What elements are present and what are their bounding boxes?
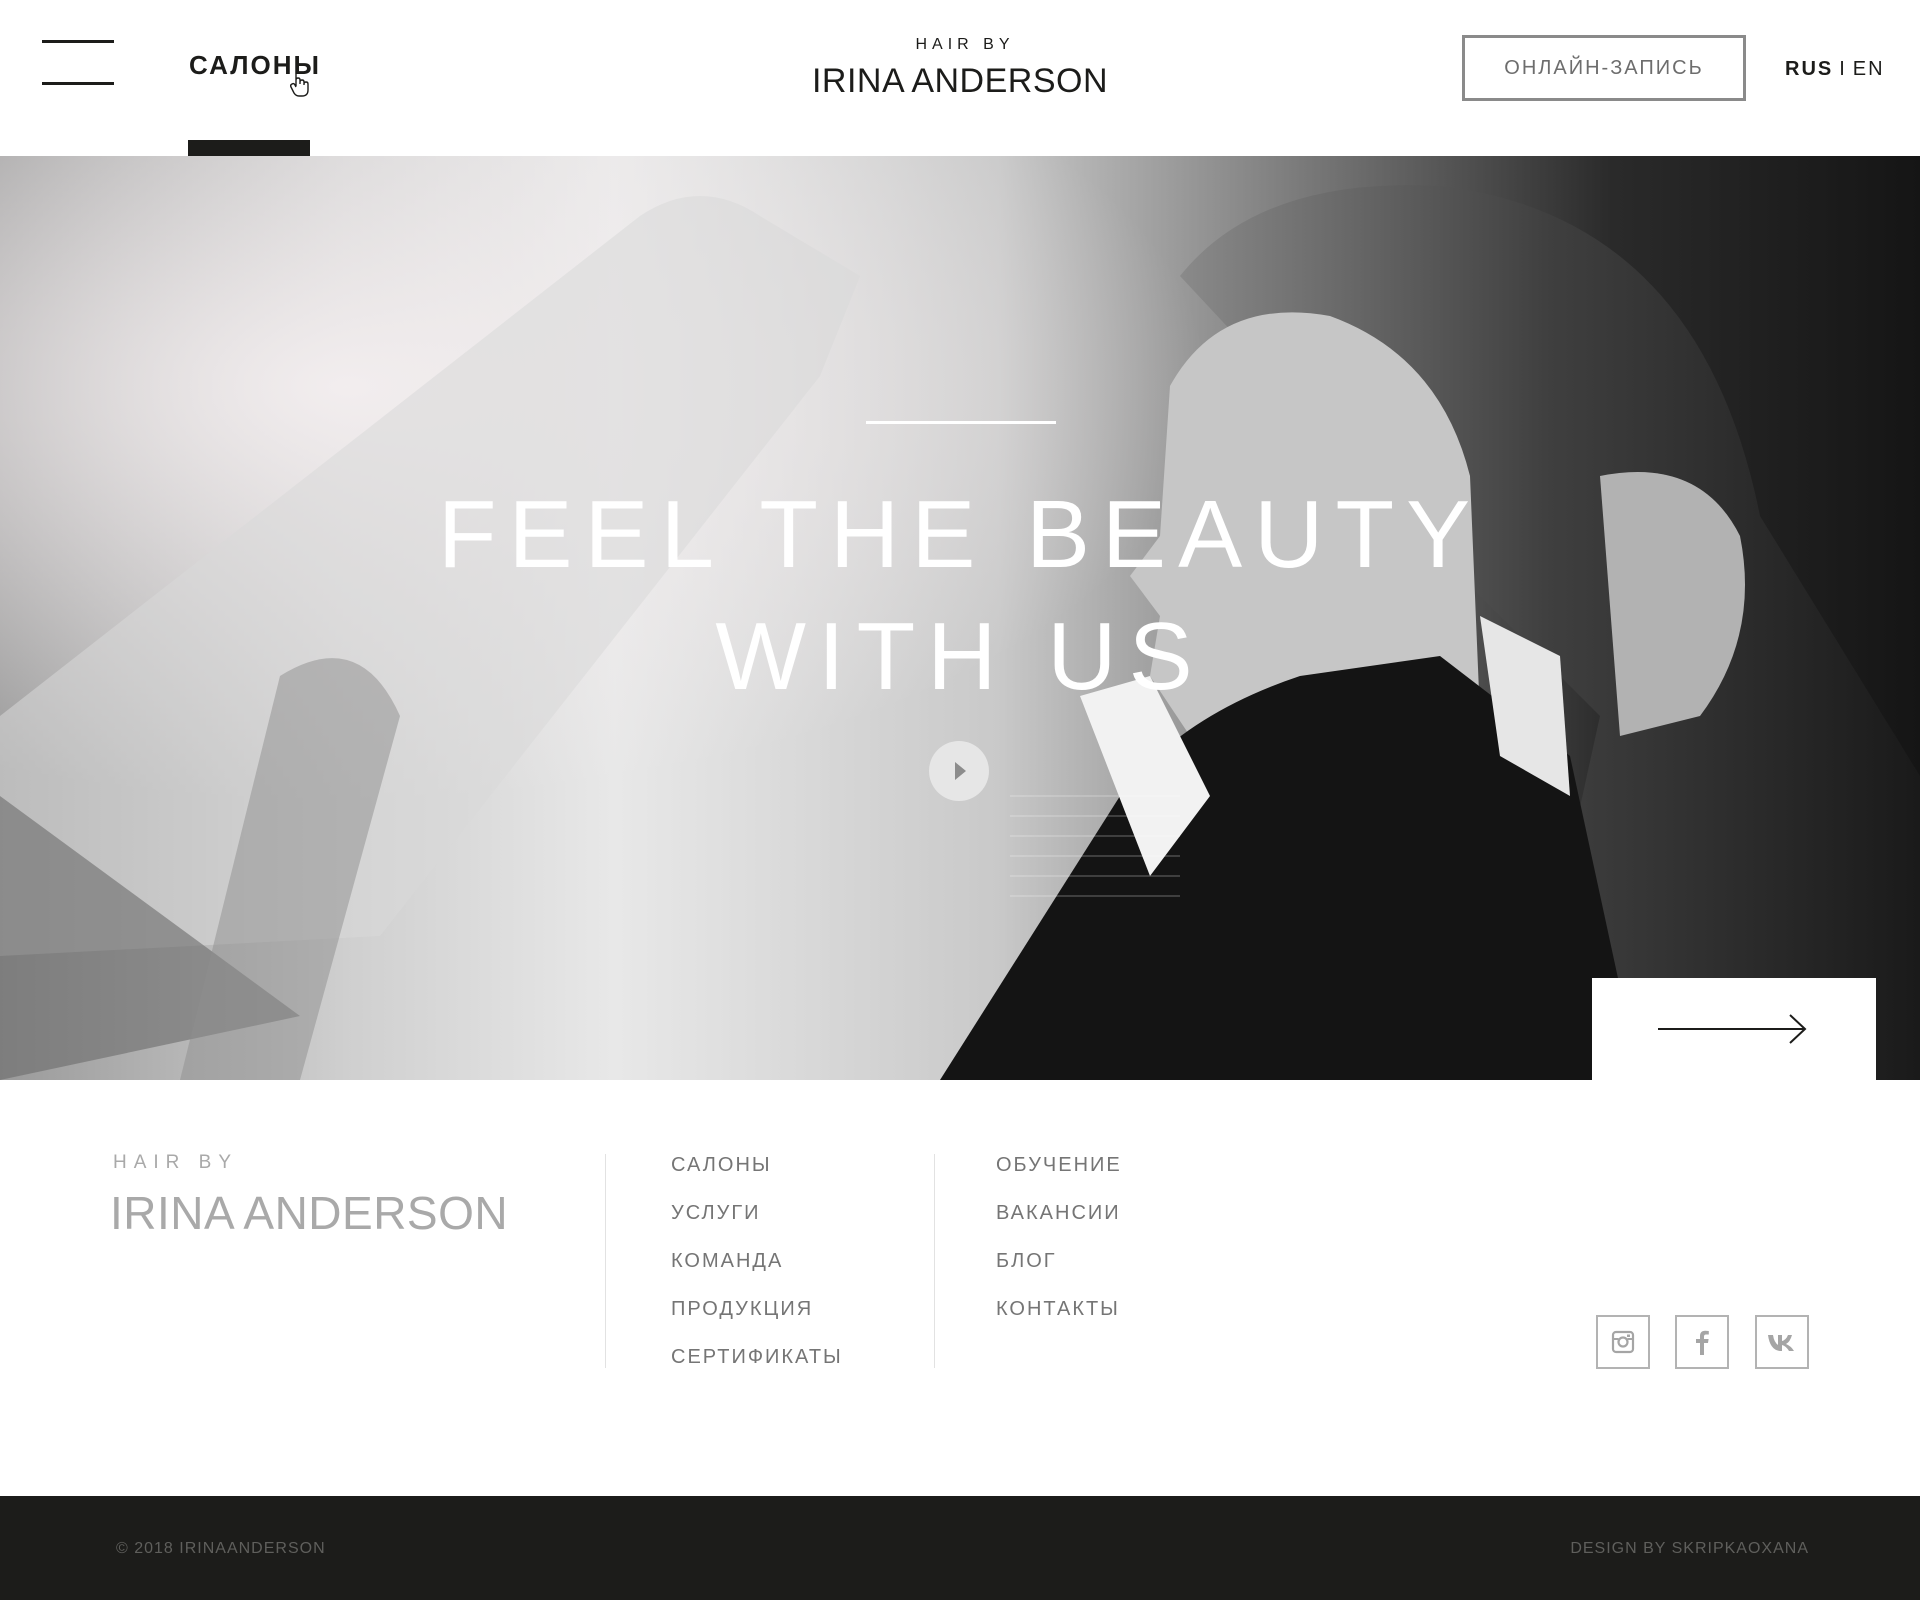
vk-button[interactable] <box>1755 1315 1809 1369</box>
copyright-text: © 2018 IRINAANDERSON <box>116 1540 326 1557</box>
next-slide-button[interactable] <box>1592 978 1876 1080</box>
footer-brand-name: IRINA ANDERSON <box>110 1187 509 1239</box>
lang-en-link[interactable]: EN <box>1853 58 1885 80</box>
hero-title: FEEL THE BEAUTY WITH US <box>360 474 1560 718</box>
facebook-button[interactable] <box>1675 1315 1729 1369</box>
lang-separator: I <box>1839 58 1847 80</box>
brand-logo[interactable]: HAIR BY IRINA ANDERSON <box>760 36 1160 101</box>
menu-icon[interactable] <box>40 38 114 88</box>
facebook-icon <box>1696 1330 1709 1355</box>
footer-divider <box>934 1154 935 1368</box>
online-booking-button[interactable]: ОНЛАЙН-ЗАПИСЬ <box>1462 35 1746 101</box>
lang-rus-link[interactable]: RUS <box>1785 58 1833 80</box>
footer-link-certificates[interactable]: СЕРТИФИКАТЫ <box>671 1346 843 1394</box>
instagram-button[interactable] <box>1596 1315 1650 1369</box>
footer-link-blog[interactable]: БЛОГ <box>996 1250 1122 1298</box>
footer-link-contacts[interactable]: КОНТАКТЫ <box>996 1298 1122 1346</box>
hero-divider-line <box>866 421 1056 424</box>
footer-link-vacancies[interactable]: ВАКАНСИИ <box>996 1202 1122 1250</box>
brand-small-text: HAIR BY <box>915 36 1015 53</box>
footer-link-products[interactable]: ПРОДУКЦИЯ <box>671 1298 843 1346</box>
vk-icon <box>1768 1335 1794 1351</box>
language-switcher: RUS I EN <box>1785 58 1885 81</box>
footer-divider <box>605 1154 606 1368</box>
footer-link-services[interactable]: УСЛУГИ <box>671 1202 843 1250</box>
hero-banner: FEEL THE BEAUTY WITH US <box>0 156 1920 1080</box>
site-footer: HAIR BY IRINA ANDERSON САЛОНЫ УСЛУГИ КОМ… <box>0 1080 1920 1496</box>
instagram-icon <box>1611 1330 1635 1354</box>
footer-link-salons[interactable]: САЛОНЫ <box>671 1154 843 1202</box>
active-nav-indicator <box>188 140 310 156</box>
footer-nav-column-2: ОБУЧЕНИЕ ВАКАНСИИ БЛОГ КОНТАКТЫ <box>996 1154 1122 1346</box>
hand-cursor-icon <box>290 74 309 97</box>
footer-brand-small: HAIR BY <box>113 1152 239 1173</box>
hero-title-line-1: FEEL THE BEAUTY <box>437 481 1483 588</box>
design-credit-link[interactable]: DESIGN BY SKRIPKAOXANA <box>1570 1540 1809 1558</box>
hero-title-line-2: WITH US <box>715 603 1205 710</box>
footer-link-team[interactable]: КОМАНДА <box>671 1250 843 1298</box>
play-icon <box>955 762 966 780</box>
site-header: САЛОНЫ HAIR BY IRINA ANDERSON ОНЛАЙН-ЗАП… <box>0 0 1920 156</box>
arrow-right-icon <box>1658 1014 1807 1044</box>
footer-brand-logo[interactable]: HAIR BY IRINA ANDERSON <box>110 1152 508 1240</box>
footer-link-education[interactable]: ОБУЧЕНИЕ <box>996 1154 1122 1202</box>
play-video-button[interactable] <box>929 741 989 801</box>
brand-name: IRINA ANDERSON <box>811 62 1109 100</box>
footer-bottom-bar: © 2018 IRINAANDERSON DESIGN BY SKRIPKAOX… <box>0 1496 1920 1600</box>
footer-nav-column-1: САЛОНЫ УСЛУГИ КОМАНДА ПРОДУКЦИЯ СЕРТИФИК… <box>671 1154 843 1394</box>
